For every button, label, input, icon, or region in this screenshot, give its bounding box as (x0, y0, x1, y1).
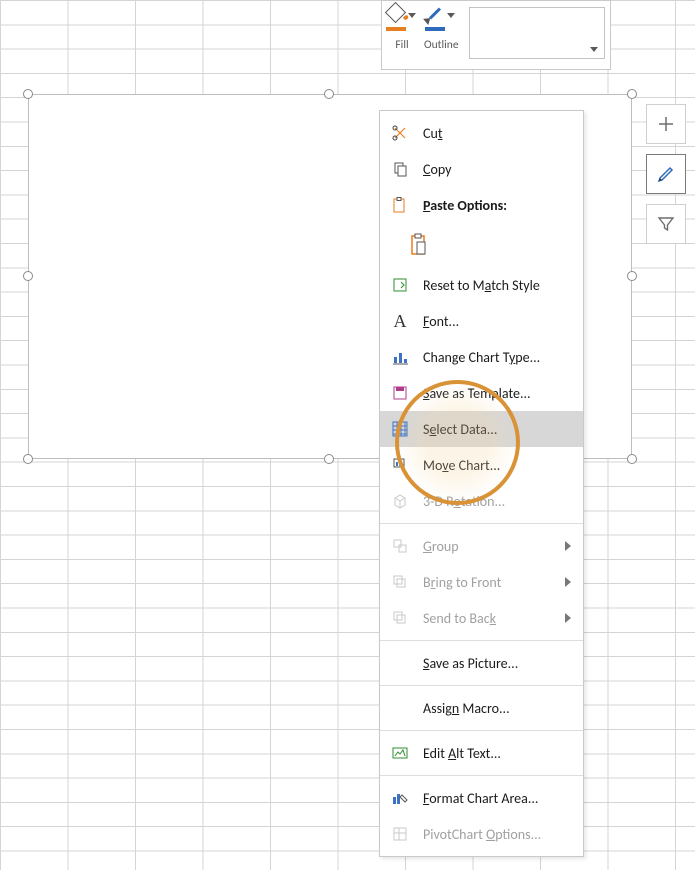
menu-cut-label: Cut (423, 125, 575, 142)
menu-move-chart-label: Move Chart... (423, 457, 575, 474)
menu-edit-alt-text[interactable]: Edit Alt Text... (380, 735, 583, 771)
fill-dropdown[interactable]: Fill (386, 5, 418, 52)
select-data-icon (388, 419, 412, 439)
menu-bring-front-label: Bring to Front (423, 574, 565, 591)
menu-save-picture-label: Save as Picture... (423, 655, 575, 672)
cube3d-icon (388, 491, 412, 511)
copy-icon (388, 159, 412, 179)
chevron-right-icon (565, 613, 571, 623)
menu-assign-macro-label: Assign Macro... (423, 700, 575, 717)
move-chart-icon (388, 455, 412, 475)
menu-font[interactable]: A Font... (380, 303, 583, 339)
resize-handle-br[interactable] (627, 454, 637, 464)
menu-copy-label: Copy (423, 161, 575, 178)
group-icon (388, 536, 412, 556)
menu-separator (380, 730, 583, 731)
resize-handle-ml[interactable] (23, 271, 33, 281)
chevron-down-icon (590, 47, 598, 52)
fill-label: Fill (395, 38, 408, 52)
bring-front-icon (388, 572, 412, 592)
resize-handle-tl[interactable] (23, 89, 33, 99)
mini-toolbar: Fill Outline (381, 0, 611, 70)
shape-style-gallery[interactable] (469, 7, 605, 59)
menu-3d-rotation: 3-D Rotation... (380, 483, 583, 519)
menu-3d-rotation-label: 3-D Rotation... (423, 493, 575, 510)
menu-assign-macro[interactable]: Assign Macro... (380, 690, 583, 726)
menu-change-chart-type[interactable]: Change Chart Type... (380, 339, 583, 375)
menu-font-label: Font... (423, 313, 575, 330)
menu-select-data[interactable]: Select Data... (380, 411, 583, 447)
menu-send-back-label: Send to Back (423, 610, 565, 627)
paste-clipboard-icon (408, 235, 432, 255)
menu-separator (380, 640, 583, 641)
menu-separator (380, 523, 583, 524)
resize-handle-bl[interactable] (23, 454, 33, 464)
alt-text-icon (388, 743, 412, 763)
outline-dropdown[interactable]: Outline (424, 5, 459, 52)
menu-move-chart[interactable]: Move Chart... (380, 447, 583, 483)
fill-color-swatch (386, 27, 406, 31)
chevron-right-icon (565, 541, 571, 551)
outline-pencil-icon (425, 5, 445, 23)
font-icon: A (388, 311, 412, 331)
outline-color-swatch (425, 27, 445, 31)
resize-handle-tc[interactable] (324, 89, 334, 99)
chart-context-menu: Cut Copy Paste Options: Reset to Match S… (379, 110, 584, 857)
resize-handle-mr[interactable] (627, 271, 637, 281)
menu-paste-options-header: Paste Options: (380, 187, 583, 223)
fill-bucket-icon (386, 5, 406, 23)
paste-icon (388, 195, 412, 215)
menu-reset-style-label: Reset to Match Style (423, 277, 575, 294)
menu-save-template[interactable]: Save as Template... (380, 375, 583, 411)
menu-reset-style[interactable]: Reset to Match Style (380, 267, 583, 303)
menu-separator (380, 775, 583, 776)
chart-filter-button[interactable] (646, 204, 686, 244)
resize-handle-bc[interactable] (324, 454, 334, 464)
menu-send-to-back: Send to Back (380, 600, 583, 636)
menu-save-as-picture[interactable]: Save as Picture... (380, 645, 583, 681)
menu-paste-default[interactable] (380, 223, 583, 267)
menu-alt-text-label: Edit Alt Text... (423, 745, 575, 762)
menu-pivotchart-options-label: PivotChart Options... (423, 826, 575, 843)
menu-select-data-label: Select Data... (423, 421, 575, 438)
reset-style-icon (388, 275, 412, 295)
menu-copy[interactable]: Copy (380, 151, 583, 187)
outline-label: Outline (424, 38, 459, 52)
chevron-down-icon (408, 13, 416, 18)
pivot-icon (388, 824, 412, 844)
cut-icon (388, 123, 412, 143)
chart-elements-button[interactable] (646, 104, 686, 144)
menu-paste-options-label: Paste Options: (423, 197, 575, 214)
bar-chart-icon (388, 347, 412, 367)
chart-side-buttons (646, 104, 686, 254)
format-chart-icon (388, 788, 412, 808)
resize-handle-tr[interactable] (627, 89, 637, 99)
menu-pivotchart-options: PivotChart Options... (380, 816, 583, 852)
send-back-icon (388, 608, 412, 628)
chart-styles-button[interactable] (646, 154, 686, 194)
chevron-right-icon (565, 577, 571, 587)
menu-group-label: Group (423, 538, 565, 555)
menu-format-chart-area-label: Format Chart Area... (423, 790, 575, 807)
menu-format-chart-area[interactable]: Format Chart Area... (380, 780, 583, 816)
menu-bring-to-front: Bring to Front (380, 564, 583, 600)
menu-save-template-label: Save as Template... (423, 385, 575, 402)
menu-group: Group (380, 528, 583, 564)
save-template-icon (388, 383, 412, 403)
menu-separator (380, 685, 583, 686)
menu-change-chart-type-label: Change Chart Type... (423, 349, 575, 366)
menu-cut[interactable]: Cut (380, 115, 583, 151)
chevron-down-icon (447, 13, 455, 18)
